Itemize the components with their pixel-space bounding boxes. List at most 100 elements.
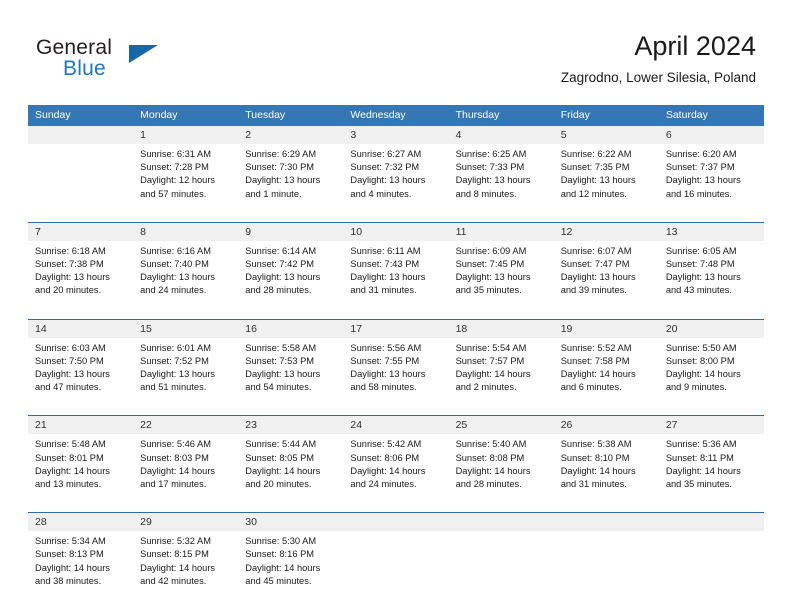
daylight-duration-line2: and 58 minutes.	[350, 382, 417, 393]
calendar-day-cell[interactable]: 5 Sunrise: 6:22 AM Sunset: 7:35 PM Daylight…	[553, 126, 659, 201]
daylight-duration-line1: Daylight: 13 hours	[245, 175, 321, 186]
calendar-day-cell[interactable]: 30 Sunrise: 5:30 AM Sunset: 8:16 PM Dayligh…	[238, 513, 344, 589]
calendar-day-cell[interactable]: 2 Sunrise: 6:29 AM Sunset: 7:30 PM Daylight…	[238, 126, 344, 201]
daylight-duration-line1: Daylight: 13 hours	[665, 272, 741, 283]
sunset-time: Sunset: 7:38 PM	[35, 259, 104, 270]
day-number: 30	[238, 513, 344, 532]
calendar-day-cell[interactable]: 26 Sunrise: 5:38 AM Sunset: 8:10 PM Dayligh…	[553, 416, 659, 492]
calendar-day-cell[interactable]: 15 Sunrise: 6:01 AM Sunset: 7:52 PM Dayligh…	[133, 319, 239, 395]
daylight-duration-line1: Daylight: 13 hours	[140, 369, 216, 380]
sunrise-time: Sunrise: 5:34 AM	[35, 536, 106, 547]
day-sun-info: Sunrise: 6:03 AM Sunset: 7:50 PM Daylight:…	[28, 338, 133, 395]
calendar-day-cell[interactable]: 21 Sunrise: 5:48 AM Sunset: 8:01 PM Dayligh…	[28, 416, 134, 492]
sunrise-time: Sunrise: 5:54 AM	[455, 342, 527, 353]
day-number: 4	[448, 126, 554, 144]
weekday-header-sunday: Sunday	[35, 109, 71, 121]
calendar-week-row: 1 Sunrise: 6:31 AM Sunset: 7:28 PM Daylight…	[28, 126, 764, 222]
day-number	[448, 513, 554, 532]
calendar-day-cell[interactable]: 10 Sunrise: 6:11 AM Sunset: 7:43 PM Dayligh…	[343, 222, 449, 298]
daylight-duration-line2: and 28 minutes.	[455, 479, 522, 490]
title-block: April 2024 Zagrodno, Lower Silesia, Pola…	[561, 30, 756, 88]
sunset-time: Sunset: 8:08 PM	[455, 452, 525, 463]
calendar-day-cell[interactable]: 23 Sunrise: 5:44 AM Sunset: 8:05 PM Dayligh…	[238, 416, 344, 492]
day-number: 20	[658, 319, 764, 338]
sunrise-time: Sunrise: 5:30 AM	[245, 536, 317, 547]
day-sun-info: Sunrise: 5:56 AM Sunset: 7:55 PM Daylight:…	[343, 338, 448, 395]
sunrise-time: Sunrise: 6:03 AM	[35, 342, 106, 353]
sunset-time: Sunset: 7:40 PM	[140, 259, 209, 270]
day-number: 15	[133, 319, 239, 338]
calendar-day-cell[interactable]: 16 Sunrise: 5:58 AM Sunset: 7:53 PM Dayligh…	[238, 319, 344, 395]
daylight-duration-line1: Daylight: 14 hours	[245, 465, 321, 476]
sunrise-time: Sunrise: 5:36 AM	[665, 439, 737, 450]
calendar-day-cell[interactable]: 8 Sunrise: 6:16 AM Sunset: 7:40 PM Daylight…	[133, 222, 239, 298]
day-sun-info: Sunrise: 6:18 AM Sunset: 7:38 PM Daylight:…	[28, 241, 133, 298]
daylight-duration-line2: and 2 minutes.	[455, 382, 517, 393]
daylight-duration-line2: and 20 minutes.	[245, 479, 312, 490]
daylight-duration-line1: Daylight: 13 hours	[665, 175, 741, 186]
calendar-day-cell[interactable]: 17 Sunrise: 5:56 AM Sunset: 7:55 PM Dayligh…	[343, 319, 449, 395]
weekday-header-tuesday: Tuesday	[245, 109, 286, 121]
day-sun-info	[659, 531, 764, 535]
day-sun-info: Sunrise: 6:25 AM Sunset: 7:33 PM Daylight:…	[449, 144, 554, 201]
calendar-day-cell[interactable]: 25 Sunrise: 5:40 AM Sunset: 8:08 PM Dayligh…	[448, 416, 554, 492]
calendar-day-cell[interactable]: 11 Sunrise: 6:09 AM Sunset: 7:45 PM Dayligh…	[448, 222, 554, 298]
sunrise-time: Sunrise: 5:52 AM	[560, 342, 632, 353]
daylight-duration-line2: and 24 minutes.	[140, 285, 207, 296]
daylight-duration-line2: and 35 minutes.	[455, 285, 522, 296]
calendar-day-cell[interactable]: 7 Sunrise: 6:18 AM Sunset: 7:38 PM Daylight…	[28, 222, 134, 298]
calendar-day-cell[interactable]: 27 Sunrise: 5:36 AM Sunset: 8:11 PM Dayligh…	[658, 416, 764, 492]
sunrise-time: Sunrise: 6:25 AM	[455, 149, 527, 159]
daylight-duration-line2: and 47 minutes.	[35, 382, 102, 393]
day-number: 16	[238, 319, 344, 338]
calendar-day-cell[interactable]: 12 Sunrise: 6:07 AM Sunset: 7:47 PM Dayligh…	[553, 222, 659, 298]
sunset-time: Sunset: 7:43 PM	[350, 259, 420, 270]
sunrise-time: Sunrise: 6:20 AM	[665, 149, 737, 159]
day-number: 7	[28, 222, 134, 241]
calendar-day-cell[interactable]: 20 Sunrise: 5:50 AM Sunset: 8:00 PM Dayligh…	[658, 319, 764, 395]
calendar-day-cell[interactable]: 19 Sunrise: 5:52 AM Sunset: 7:58 PM Dayligh…	[553, 319, 659, 395]
daylight-duration-line1: Daylight: 13 hours	[560, 272, 636, 283]
sunset-time: Sunset: 8:06 PM	[350, 452, 420, 463]
sunrise-time: Sunrise: 5:56 AM	[350, 342, 422, 353]
day-sun-info: Sunrise: 6:22 AM Sunset: 7:35 PM Daylight:…	[554, 144, 659, 201]
calendar-day-cell[interactable]: 9 Sunrise: 6:14 AM Sunset: 7:42 PM Daylight…	[238, 222, 344, 298]
calendar-day-cell[interactable]: 3 Sunrise: 6:27 AM Sunset: 7:32 PM Daylight…	[343, 126, 449, 201]
sunset-time: Sunset: 7:37 PM	[665, 162, 735, 173]
day-sun-info: Sunrise: 5:44 AM Sunset: 8:05 PM Daylight:…	[238, 434, 343, 491]
day-sun-info	[449, 531, 554, 535]
calendar-day-cell[interactable]: 24 Sunrise: 5:42 AM Sunset: 8:06 PM Dayligh…	[343, 416, 449, 492]
calendar-day-cell[interactable]: 14 Sunrise: 6:03 AM Sunset: 7:50 PM Dayligh…	[28, 319, 134, 395]
daylight-duration-line2: and 8 minutes.	[455, 188, 517, 199]
calendar-day-cell-empty	[28, 126, 134, 201]
calendar-day-cell-empty	[553, 513, 659, 589]
calendar-day-cell[interactable]: 13 Sunrise: 6:05 AM Sunset: 7:48 PM Dayligh…	[658, 222, 764, 298]
calendar-day-cell[interactable]: 22 Sunrise: 5:46 AM Sunset: 8:03 PM Dayligh…	[133, 416, 239, 492]
sunrise-time: Sunrise: 6:11 AM	[350, 245, 421, 256]
calendar-week-row: 14 Sunrise: 6:03 AM Sunset: 7:50 PM Dayligh…	[28, 318, 764, 416]
calendar-day-cell[interactable]: 4 Sunrise: 6:25 AM Sunset: 7:33 PM Daylight…	[448, 126, 554, 201]
calendar-day-cell[interactable]: 29 Sunrise: 5:32 AM Sunset: 8:15 PM Dayligh…	[133, 513, 239, 589]
calendar-day-cell[interactable]: 6 Sunrise: 6:20 AM Sunset: 7:37 PM Daylight…	[658, 126, 764, 201]
day-sun-info	[343, 531, 448, 535]
day-sun-info: Sunrise: 6:16 AM Sunset: 7:40 PM Daylight:…	[133, 241, 238, 298]
daylight-duration-line2: and 57 minutes.	[140, 188, 207, 199]
sunset-time: Sunset: 8:05 PM	[245, 452, 315, 463]
daylight-duration-line1: Daylight: 13 hours	[140, 272, 216, 283]
day-sun-info: Sunrise: 5:38 AM Sunset: 8:10 PM Daylight:…	[554, 434, 659, 491]
calendar-day-cell[interactable]: 28 Sunrise: 5:34 AM Sunset: 8:13 PM Dayligh…	[28, 513, 134, 589]
sunrise-time: Sunrise: 5:42 AM	[350, 439, 422, 450]
calendar-week-row: 21 Sunrise: 5:48 AM Sunset: 8:01 PM Dayligh…	[28, 415, 764, 512]
day-sun-info: Sunrise: 5:50 AM Sunset: 8:00 PM Daylight:…	[659, 338, 764, 395]
week-row-spacer	[28, 394, 764, 415]
daylight-duration-line1: Daylight: 14 hours	[455, 465, 531, 476]
calendar-day-cell[interactable]: 18 Sunrise: 5:54 AM Sunset: 7:57 PM Dayligh…	[448, 319, 554, 395]
calendar-page: General Blue April 2024 Zagrodno, Lower …	[0, 0, 792, 612]
day-sun-info: Sunrise: 6:11 AM Sunset: 7:43 PM Daylight:…	[343, 241, 448, 298]
day-sun-info: Sunrise: 5:46 AM Sunset: 8:03 PM Daylight:…	[133, 434, 238, 491]
calendar-day-cell[interactable]: 1 Sunrise: 6:31 AM Sunset: 7:28 PM Daylight…	[133, 126, 239, 201]
calendar-week-cells: 14 Sunrise: 6:03 AM Sunset: 7:50 PM Dayligh…	[28, 319, 764, 395]
sunrise-time: Sunrise: 5:58 AM	[245, 342, 317, 353]
day-number: 8	[133, 222, 239, 241]
sunset-time: Sunset: 7:33 PM	[455, 162, 525, 173]
